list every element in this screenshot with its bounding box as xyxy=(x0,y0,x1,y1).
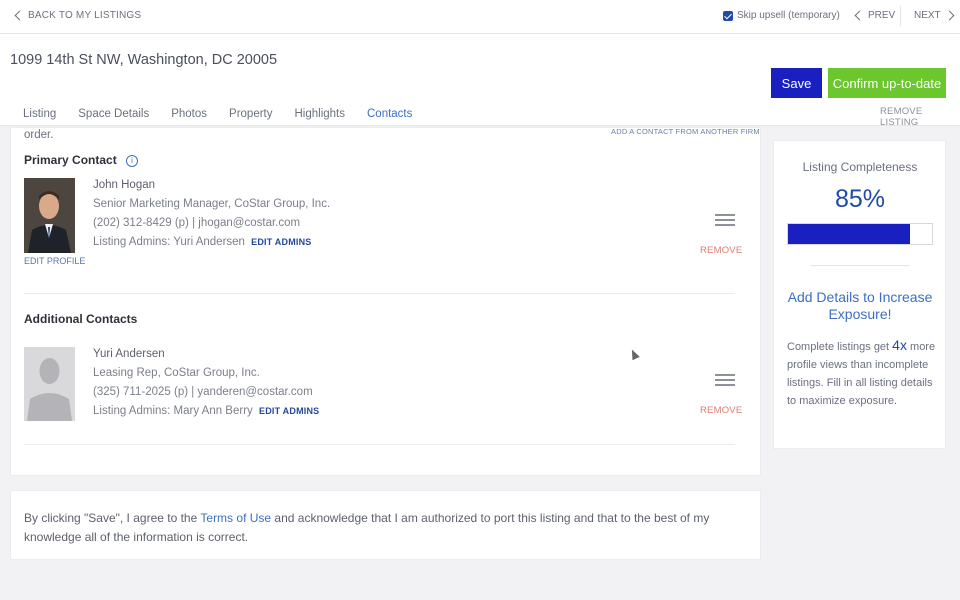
person-photo-icon xyxy=(24,178,75,253)
agreement-text-start: By clicking "Save", I agree to the xyxy=(24,511,201,525)
chevron-right-icon xyxy=(944,10,955,21)
contact-details: (325) 711-2025 (p) | yanderen@costar.com xyxy=(93,386,313,398)
divider xyxy=(24,293,735,294)
completeness-percent: 85% xyxy=(834,185,886,213)
additional-contact-info: Yuri Andersen Leasing Rep, CoStar Group,… xyxy=(93,345,319,421)
edit-profile-link[interactable]: EDIT PROFILE xyxy=(24,256,85,266)
exposure-multiplier: 4x xyxy=(892,337,907,353)
additional-contacts-title: Additional Contacts xyxy=(24,312,138,326)
contact-name: Yuri Andersen xyxy=(93,348,165,360)
divider xyxy=(24,444,735,445)
chevron-left-icon xyxy=(14,10,25,21)
exposure-text-start: Complete listings get xyxy=(787,341,893,353)
tab-highlights[interactable]: Highlights xyxy=(295,108,346,120)
terms-of-use-link[interactable]: Terms of Use xyxy=(200,511,271,525)
agreement-panel: By clicking "Save", I agree to the Terms… xyxy=(10,490,761,560)
edit-admins-link[interactable]: EDIT ADMINS xyxy=(259,406,319,416)
primary-contact-info: John Hogan Senior Marketing Manager, CoS… xyxy=(93,176,330,252)
exposure-text: Complete listings get 4x more profile vi… xyxy=(787,336,937,410)
save-button[interactable]: Save xyxy=(771,68,822,98)
listing-tabs: Listing Space Details Photos Property Hi… xyxy=(23,108,434,120)
contact-title: Leasing Rep, CoStar Group, Inc. xyxy=(93,367,260,379)
instruction-text: order. xyxy=(24,129,54,141)
divider xyxy=(810,265,910,266)
progress-fill xyxy=(788,224,911,244)
tab-space-details[interactable]: Space Details xyxy=(78,108,149,120)
agreement-text: By clicking "Save", I agree to the Terms… xyxy=(24,509,724,547)
skip-upsell-label: Skip upsell (temporary) xyxy=(737,10,840,21)
skip-upsell-checkbox[interactable] xyxy=(723,10,733,21)
contact-details: (202) 312-8429 (p) | jhogan@costar.com xyxy=(93,217,301,229)
confirm-up-to-date-button[interactable]: Confirm up-to-date xyxy=(828,68,946,98)
contact-name: John Hogan xyxy=(93,179,156,191)
drag-handle-icon[interactable] xyxy=(715,374,735,389)
add-contact-link[interactable]: ADD A CONTACT FROM ANOTHER FIRM xyxy=(611,127,760,136)
next-button[interactable]: NEXT xyxy=(914,10,955,21)
top-bar: BACK TO MY LISTINGS Skip upsell (tempora… xyxy=(0,0,960,34)
drag-handle-icon[interactable] xyxy=(715,214,735,229)
info-icon[interactable]: i xyxy=(126,155,139,167)
back-label: BACK TO MY LISTINGS xyxy=(28,10,142,21)
next-label: NEXT xyxy=(914,10,941,21)
contact-admins: Listing Admins: Mary Ann Berry xyxy=(93,405,253,417)
primary-contact-title: Primary Contact xyxy=(24,153,117,167)
exposure-headline: Add Details to Increase Exposure! xyxy=(787,289,933,322)
completeness-title: Listing Completeness xyxy=(802,160,918,174)
completeness-panel: Listing Completeness 85% Add Details to … xyxy=(773,140,946,449)
listing-header: 1099 14th St NW, Washington, DC 20005 Sa… xyxy=(0,34,960,128)
remove-listing-link[interactable]: REMOVE LISTING xyxy=(880,106,960,128)
divider xyxy=(900,6,901,26)
avatar-placeholder-icon xyxy=(24,347,75,421)
primary-contact-photo xyxy=(24,178,75,253)
listing-address: 1099 14th St NW, Washington, DC 20005 xyxy=(10,52,278,68)
primary-contact-heading: Primary Contact i xyxy=(24,153,139,167)
completeness-progress-bar xyxy=(787,223,933,245)
remove-contact-button[interactable]: REMOVE xyxy=(700,405,742,416)
contact-admins-row: Listing Admins: Yuri Andersen EDIT ADMIN… xyxy=(93,233,330,252)
chevron-left-icon xyxy=(854,10,865,21)
skip-upsell-toggle[interactable]: Skip upsell (temporary) xyxy=(723,10,840,21)
tab-listing[interactable]: Listing xyxy=(23,108,56,120)
back-to-listings-link[interactable]: BACK TO MY LISTINGS xyxy=(14,10,142,21)
contacts-panel: order. ADD A CONTACT FROM ANOTHER FIRM P… xyxy=(10,127,761,476)
tab-property[interactable]: Property xyxy=(229,108,272,120)
contact-admins-row: Listing Admins: Mary Ann Berry EDIT ADMI… xyxy=(93,402,319,421)
contact-admins: Listing Admins: Yuri Andersen xyxy=(93,236,245,248)
tab-photos[interactable]: Photos xyxy=(171,108,207,120)
edit-admins-link[interactable]: EDIT ADMINS xyxy=(251,237,311,247)
additional-contact-photo xyxy=(24,347,75,421)
contact-title: Senior Marketing Manager, CoStar Group, … xyxy=(93,198,331,210)
remove-contact-button[interactable]: REMOVE xyxy=(700,245,742,256)
prev-label: PREV xyxy=(868,10,896,21)
prev-button[interactable]: PREV xyxy=(854,10,896,21)
tab-contacts[interactable]: Contacts xyxy=(367,108,412,120)
